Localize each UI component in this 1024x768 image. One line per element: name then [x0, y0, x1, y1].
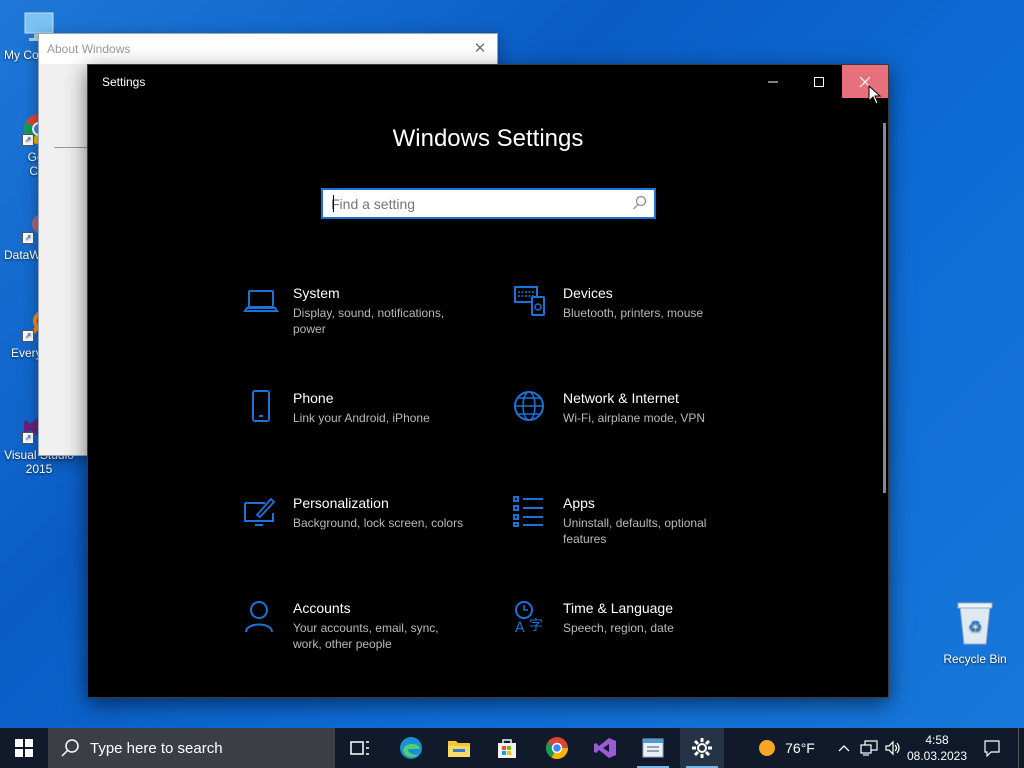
tile-accounts[interactable]: Accounts Your accounts, email, sync, wor…	[243, 600, 503, 670]
taskbar-app-chrome[interactable]	[536, 728, 578, 768]
store-icon	[498, 739, 516, 758]
svg-text:♻: ♻	[968, 617, 982, 636]
settings-window[interactable]: Settings Windows Settings System Display…	[87, 64, 889, 698]
tile-personalization[interactable]: Personalization Background, lock screen,…	[243, 495, 503, 565]
show-desktop-button[interactable]	[1018, 728, 1024, 768]
taskbar-app-visual-studio[interactable]	[584, 728, 626, 768]
about-windows-titlebar[interactable]: About Windows ✕	[39, 34, 497, 64]
time-language-icon: A字	[513, 600, 549, 636]
notepad-icon	[642, 738, 664, 758]
tile-title: Phone	[293, 390, 334, 406]
shortcut-arrow-icon: ↗	[22, 134, 34, 146]
devices-icon	[513, 285, 549, 321]
task-view-button[interactable]	[340, 728, 380, 768]
taskbar-clock[interactable]: 4:58 08.03.2023	[904, 732, 970, 764]
settings-window-title: Settings	[102, 75, 146, 89]
tile-title: Devices	[563, 285, 613, 301]
windows-logo-icon	[15, 739, 33, 757]
tile-description: Bluetooth, printers, mouse	[563, 306, 704, 320]
minimize-icon	[768, 81, 778, 82]
tile-devices[interactable]: Devices Bluetooth, printers, mouse	[513, 285, 773, 355]
tile-description: Speech, region, date	[563, 621, 674, 635]
tile-description: Display, sound, notifications, power	[293, 306, 445, 336]
network-icon	[860, 740, 878, 756]
chevron-up-icon	[838, 745, 850, 752]
recycle-bin-label: Recycle Bin	[943, 652, 1007, 666]
taskbar-app-notepad[interactable]	[632, 728, 674, 768]
about-windows-title: About Windows	[47, 42, 131, 56]
sun-icon	[759, 740, 776, 756]
tile-system[interactable]: System Display, sound, notifications, po…	[243, 285, 503, 355]
tile-description: Wi-Fi, airplane mode, VPN	[563, 411, 706, 425]
phone-icon	[243, 390, 279, 426]
maximize-icon	[814, 76, 824, 87]
task-view-icon	[350, 741, 369, 755]
text-caret	[333, 195, 334, 212]
tile-title: Apps	[563, 495, 595, 511]
globe-icon	[513, 390, 549, 426]
svg-text:字: 字	[529, 618, 543, 634]
tile-title: Network & Internet	[563, 390, 679, 406]
recycle-bin-icon: ♻	[955, 600, 995, 646]
visual-studio-icon	[594, 738, 616, 758]
shortcut-arrow-icon: ↗	[22, 432, 34, 444]
tile-description: Link your Android, iPhone	[293, 411, 430, 425]
search-icon	[61, 739, 79, 757]
network-tray-button[interactable]	[858, 728, 880, 768]
tile-time-language[interactable]: A字 Time & Language Speech, region, date	[513, 600, 773, 670]
taskbar-search-placeholder: Type here to search	[90, 739, 223, 757]
tile-network-internet[interactable]: Network & Internet Wi-Fi, airplane mode,…	[513, 390, 773, 460]
speaker-icon	[885, 740, 900, 756]
taskbar-app-file-explorer[interactable]	[438, 728, 480, 768]
personalization-icon	[243, 495, 279, 531]
tile-title: System	[293, 285, 340, 301]
shortcut-arrow-icon: ↗	[22, 330, 34, 342]
tile-title: Time & Language	[563, 600, 673, 616]
tile-description: Background, lock screen, colors	[293, 516, 464, 530]
laptop-icon	[243, 285, 279, 321]
tile-phone[interactable]: Phone Link your Android, iPhone	[243, 390, 503, 460]
volume-tray-button[interactable]	[882, 728, 904, 768]
notification-icon	[984, 740, 1000, 757]
chrome-icon	[546, 737, 568, 759]
scrollbar[interactable]	[883, 123, 886, 493]
taskbar-search-box[interactable]: Type here to search	[48, 728, 335, 768]
weather-temperature: 76°F	[785, 740, 815, 756]
find-setting-search-box[interactable]	[321, 188, 656, 219]
mouse-cursor-icon	[868, 84, 882, 110]
desktop-icon-recycle-bin[interactable]: ♻ Recycle Bin	[940, 600, 1010, 666]
clock-time: 4:58	[925, 733, 949, 747]
clock-date: 08.03.2023	[906, 749, 968, 763]
show-hidden-icons-button[interactable]	[834, 728, 854, 768]
settings-titlebar[interactable]: Settings	[88, 65, 888, 98]
taskbar-app-settings[interactable]	[680, 728, 724, 768]
taskbar-app-edge[interactable]	[390, 728, 432, 768]
search-input[interactable]	[323, 190, 629, 217]
apps-list-icon	[513, 495, 549, 531]
taskbar: Type here to search 76°F 4:58 08.03.2023	[0, 728, 1024, 768]
maximize-button[interactable]	[796, 65, 842, 98]
page-title: Windows Settings	[392, 125, 584, 152]
file-explorer-icon	[448, 741, 470, 757]
close-icon[interactable]: ✕	[463, 34, 497, 64]
tile-apps[interactable]: Apps Uninstall, defaults, optional featu…	[513, 495, 773, 565]
tile-title: Personalization	[293, 495, 389, 511]
shortcut-arrow-icon: ↗	[22, 232, 34, 244]
minimize-button[interactable]	[750, 65, 796, 98]
person-icon	[243, 600, 279, 636]
taskbar-app-store[interactable]	[486, 728, 528, 768]
tile-description: Your accounts, email, sync, work, other …	[293, 621, 439, 651]
action-center-button[interactable]	[978, 728, 1006, 768]
search-icon[interactable]	[632, 195, 648, 216]
settings-gear-icon	[692, 738, 712, 758]
tile-description: Uninstall, defaults, optional features	[563, 516, 707, 546]
start-button[interactable]	[0, 728, 48, 768]
tile-title: Accounts	[293, 600, 351, 616]
svg-text:A: A	[515, 620, 525, 636]
weather-widget[interactable]: 76°F	[750, 728, 822, 768]
edge-icon	[400, 737, 422, 759]
